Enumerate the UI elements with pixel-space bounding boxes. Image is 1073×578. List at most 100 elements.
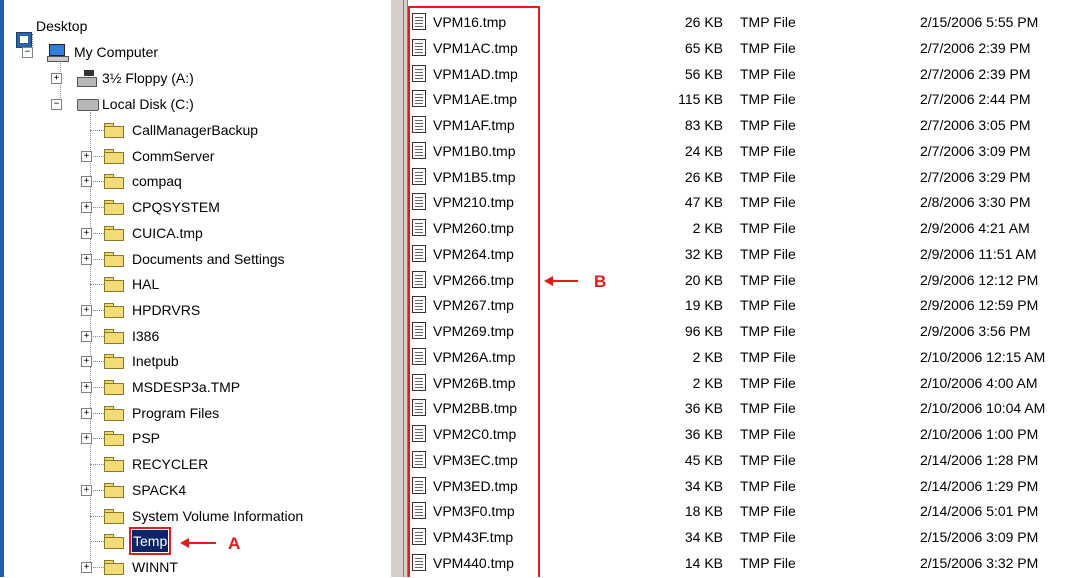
file-size: 56 KB (684, 66, 723, 82)
tree-item-folder[interactable]: + SPACK4 (4, 479, 384, 501)
tree-item-label: CallManagerBackup (132, 122, 259, 138)
folder-icon (104, 406, 124, 421)
file-modified: 2/15/2006 3:09 PM (920, 529, 1039, 545)
file-modified: 2/9/2006 12:59 PM (920, 297, 1039, 313)
tree-item-folder[interactable]: + Documents and Settings (4, 248, 384, 270)
tree-item-folder[interactable]: Temp (4, 527, 384, 555)
file-type: TMP File (740, 220, 796, 236)
file-modified: 2/7/2006 3:05 PM (920, 117, 1031, 133)
expand-icon[interactable]: + (81, 331, 92, 342)
file-modified: 2/15/2006 3:32 PM (920, 555, 1039, 571)
tree-item-folder[interactable]: CallManagerBackup (4, 119, 384, 141)
tree-item-label: SPACK4 (132, 482, 187, 498)
tree-line (90, 464, 104, 465)
expand-icon[interactable]: + (81, 228, 92, 239)
file-modified: 2/15/2006 5:55 PM (920, 14, 1039, 30)
file-type: TMP File (740, 14, 796, 30)
expand-icon[interactable]: + (81, 151, 92, 162)
file-modified: 2/9/2006 11:51 AM (920, 246, 1037, 262)
file-type: TMP File (740, 529, 796, 545)
tree-item-local-disk[interactable]: − Local Disk (C:) (4, 93, 254, 115)
expand-icon[interactable]: + (81, 562, 92, 573)
expand-icon[interactable]: + (81, 176, 92, 187)
tree-item-folder[interactable]: + WINNT (4, 556, 384, 578)
folder-icon (104, 483, 124, 498)
file-modified: 2/10/2006 1:00 PM (920, 426, 1039, 442)
tree-line (90, 516, 104, 517)
file-size: 96 KB (684, 323, 723, 339)
tree-item-folder[interactable]: + I386 (4, 325, 384, 347)
file-type: TMP File (740, 426, 796, 442)
expand-icon[interactable]: + (81, 305, 92, 316)
tree-line (90, 156, 104, 157)
computer-icon (47, 44, 69, 62)
file-size: 83 KB (684, 117, 723, 133)
tree-item-desktop[interactable]: Desktop (4, 15, 204, 48)
tree-item-label: HPDRVRS (132, 302, 201, 318)
file-size: 2 KB (692, 375, 723, 391)
expand-icon[interactable]: + (81, 254, 92, 265)
folder-tree[interactable]: Desktop − My Computer + 3½ Floppy (A:) −… (4, 0, 390, 577)
file-type: TMP File (740, 349, 796, 365)
file-size: 47 KB (684, 194, 723, 210)
folder-icon (104, 226, 124, 241)
tree-item-label: 3½ Floppy (A:) (102, 70, 194, 86)
expand-icon[interactable]: + (81, 433, 92, 444)
tree-item-folder[interactable]: + PSP (4, 427, 384, 449)
folder-icon (104, 303, 124, 318)
tree-item-folder[interactable]: + compaq (4, 170, 384, 192)
file-size: 18 KB (684, 503, 723, 519)
file-type: TMP File (740, 143, 796, 159)
tree-item-label: Desktop (36, 18, 88, 34)
tree-item-folder[interactable]: HAL (4, 273, 384, 295)
file-modified: 2/9/2006 3:56 PM (920, 323, 1031, 339)
tree-line (90, 413, 104, 414)
tree-item-floppy[interactable]: + 3½ Floppy (A:) (4, 67, 254, 89)
file-modified: 2/14/2006 1:29 PM (920, 478, 1039, 494)
tree-line (90, 361, 104, 362)
folder-icon (104, 252, 124, 267)
tree-item-folder[interactable]: System Volume Information (4, 505, 384, 527)
tree-item-folder[interactable]: + MSDESP3a.TMP (4, 376, 384, 398)
file-size: 65 KB (684, 40, 723, 56)
file-modified: 2/7/2006 3:09 PM (920, 143, 1031, 159)
floppy-drive-icon (77, 70, 97, 87)
expand-icon[interactable]: + (81, 202, 92, 213)
annotation-label-b: B (594, 272, 607, 291)
file-type: TMP File (740, 66, 796, 82)
tree-item-folder[interactable]: RECYCLER (4, 453, 384, 475)
expand-icon[interactable]: + (81, 356, 92, 367)
tree-line (90, 310, 104, 311)
expand-icon[interactable]: + (81, 408, 92, 419)
tree-line (90, 233, 104, 234)
tree-item-folder[interactable]: + HPDRVRS (4, 299, 384, 321)
expand-icon[interactable]: + (81, 382, 92, 393)
expand-icon[interactable]: + (51, 73, 62, 84)
tree-item-folder[interactable]: + CUICA.tmp (4, 222, 384, 244)
tree-item-label: PSP (132, 430, 161, 446)
file-size: 45 KB (684, 452, 723, 468)
tree-item-folder[interactable]: + Inetpub (4, 350, 384, 372)
tree-item-my-computer[interactable]: − My Computer (4, 41, 254, 63)
tree-item-label: WINNT (132, 559, 178, 575)
expand-icon[interactable]: + (81, 485, 92, 496)
tree-item-label: CUICA.tmp (132, 225, 203, 241)
tree-scrollbar[interactable] (390, 0, 404, 577)
file-size: 36 KB (684, 426, 723, 442)
folder-icon (104, 329, 124, 344)
collapse-icon[interactable]: − (22, 47, 33, 58)
tree-item-folder[interactable]: + CPQSYSTEM (4, 196, 384, 218)
tree-item-folder[interactable]: + Program Files (4, 402, 384, 424)
tree-item-label: Local Disk (C:) (102, 96, 194, 112)
file-type: TMP File (740, 375, 796, 391)
tree-item-label: System Volume Information (132, 508, 304, 524)
file-size: 115 KB (678, 91, 723, 107)
folder-icon (104, 534, 124, 549)
collapse-icon[interactable]: − (51, 99, 62, 110)
file-type: TMP File (740, 194, 796, 210)
file-type: TMP File (740, 323, 796, 339)
file-modified: 2/7/2006 2:44 PM (920, 91, 1031, 107)
file-type: TMP File (740, 117, 796, 133)
tree-item-folder[interactable]: + CommServer (4, 145, 384, 167)
file-modified: 2/8/2006 3:30 PM (920, 194, 1031, 210)
